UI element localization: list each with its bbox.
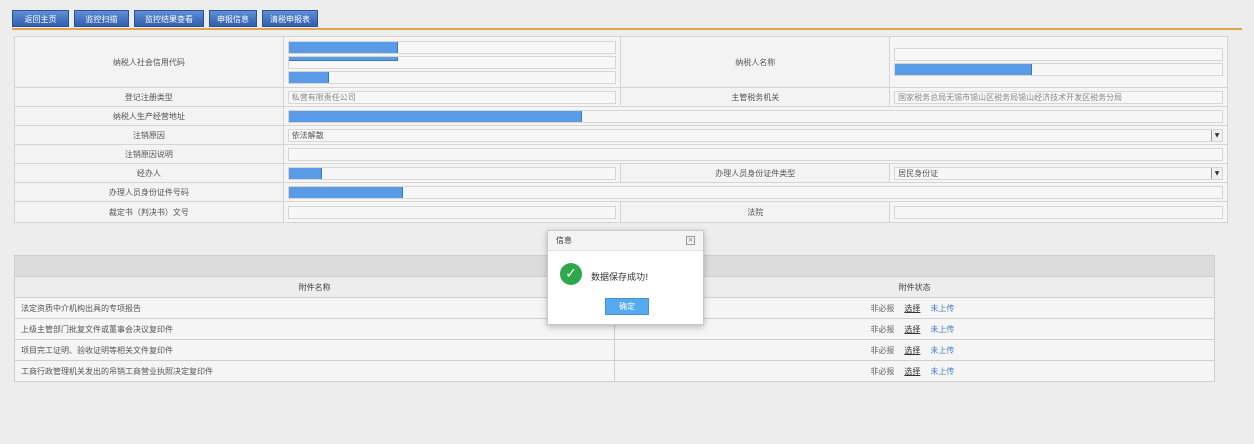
reason-label: 注销原因 xyxy=(14,125,284,145)
credit-code-field-3[interactable] xyxy=(287,70,617,84)
table-row: 工商行政管理机关发出的吊销工商营业执照决定复印件 非必报 选择 未上传 xyxy=(13,360,1215,382)
tax-authority-field[interactable]: 国家税务总局无锡市锡山区税务局锡山经济技术开发区税务分局 xyxy=(894,90,1223,104)
required-flag: 非必报 xyxy=(870,324,895,334)
handler-label: 经办人 xyxy=(14,163,284,183)
close-icon[interactable]: × xyxy=(686,236,695,245)
attachment-name: 工商行政管理机关发出的吊销工商营业执照决定复印件 xyxy=(13,360,616,382)
attachment-name: 上级主管部门批复文件或董事会决议复印件 xyxy=(13,318,616,340)
taxpayer-name-top-field[interactable] xyxy=(894,48,1223,61)
declaration-info-button[interactable]: 申报信息 xyxy=(209,10,257,27)
choose-link[interactable]: 选择 xyxy=(904,304,920,313)
col-attachment-name: 附件名称 xyxy=(13,276,616,298)
monitor-scan-button[interactable]: 监控扫描 xyxy=(74,10,129,27)
ruling-field[interactable] xyxy=(287,205,617,219)
col-attachment-status: 附件状态 xyxy=(614,276,1215,298)
chevron-down-icon[interactable]: ▼ xyxy=(1211,129,1222,141)
taxpayer-name-label: 纳税人名称 xyxy=(620,36,891,88)
reason-select[interactable]: 依法解散 ▼ xyxy=(287,128,1223,142)
dialog-message: 数据保存成功! xyxy=(591,273,649,283)
choose-link[interactable]: 选择 xyxy=(904,346,920,355)
attachment-name: 法定资质中介机构出具的专项报告 xyxy=(13,297,616,319)
credit-code-cell xyxy=(282,36,622,88)
top-toolbar: 返回主页 监控扫描 监控结果查看 申报信息 清税申报表 xyxy=(12,10,1242,30)
upload-status: 未上传 xyxy=(930,366,955,376)
credit-code-label: 纳税人社会信用代码 xyxy=(14,36,284,88)
address-label: 纳税人生产经营地址 xyxy=(14,106,284,126)
dialog-header: 信息 × xyxy=(548,231,703,251)
info-dialog: 信息 × ✓ 数据保存成功! 确定 xyxy=(547,230,704,325)
dialog-title: 信息 xyxy=(556,236,572,245)
id-number-label: 办理人员身份证件号码 xyxy=(14,182,284,202)
taxpayer-name-field[interactable] xyxy=(894,63,1223,76)
monitor-result-button[interactable]: 监控结果查看 xyxy=(134,10,204,27)
tax-authority-label: 主管税务机关 xyxy=(620,87,891,107)
reason-desc-label: 注销原因说明 xyxy=(14,144,284,164)
choose-link[interactable]: 选择 xyxy=(904,367,920,376)
court-field[interactable] xyxy=(894,205,1223,219)
required-flag: 非必报 xyxy=(870,366,895,376)
upload-status: 未上传 xyxy=(930,345,955,355)
table-row: 项目完工证明、验收证明等相关文件复印件 非必报 选择 未上传 xyxy=(13,339,1215,361)
address-field[interactable] xyxy=(287,109,1223,123)
choose-link[interactable]: 选择 xyxy=(904,325,920,334)
reg-type-label: 登记注册类型 xyxy=(14,87,284,107)
credit-code-field-2[interactable] xyxy=(287,55,617,69)
upload-status: 未上传 xyxy=(930,324,955,334)
chevron-down-icon[interactable]: ▼ xyxy=(1211,167,1222,179)
reason-desc-field[interactable] xyxy=(287,147,1223,161)
id-type-select[interactable]: 居民身份证 ▼ xyxy=(894,166,1223,180)
taxpayer-form: 纳税人社会信用代码 纳税人名称 登记注册类型 私营有限责任公司 主管税务机关 国… xyxy=(14,36,1229,223)
id-number-field[interactable] xyxy=(287,185,1223,199)
reg-type-field[interactable]: 私营有限责任公司 xyxy=(287,90,617,104)
ok-button[interactable]: 确定 xyxy=(605,298,649,315)
required-flag: 非必报 xyxy=(870,345,895,355)
ruling-label: 裁定书（判决书）文号 xyxy=(14,201,284,223)
required-flag: 非必报 xyxy=(870,303,895,313)
success-check-icon: ✓ xyxy=(560,263,582,285)
upload-status: 未上传 xyxy=(930,303,955,313)
credit-code-field-1[interactable] xyxy=(287,40,617,54)
id-type-label: 办理人员身份证件类型 xyxy=(620,163,891,183)
attachment-name: 项目完工证明、验收证明等相关文件复印件 xyxy=(13,339,616,361)
home-button[interactable]: 返回主页 xyxy=(12,10,69,27)
handler-field[interactable] xyxy=(287,166,617,180)
taxpayer-name-cell xyxy=(889,36,1228,88)
reason-value: 依法解散 xyxy=(291,130,324,140)
id-type-value: 居民身份证 xyxy=(898,168,939,178)
tax-clearance-form-button[interactable]: 清税申报表 xyxy=(262,10,318,27)
court-label: 法院 xyxy=(620,201,891,223)
